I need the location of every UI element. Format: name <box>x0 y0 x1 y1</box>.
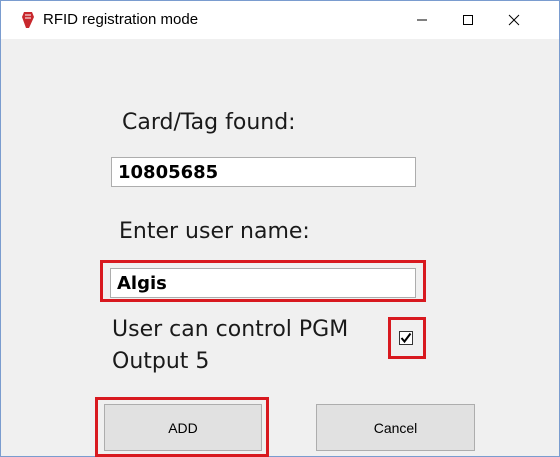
user-name-label: Enter user name: <box>119 219 310 244</box>
close-button[interactable] <box>491 1 537 39</box>
minimize-button[interactable] <box>399 1 445 39</box>
maximize-icon <box>463 15 473 25</box>
pgm-label-line2: Output 5 <box>112 349 210 374</box>
card-id-field[interactable]: 10805685 <box>111 157 416 187</box>
title-bar[interactable]: RFID registration mode <box>1 1 559 39</box>
maximize-button[interactable] <box>445 1 491 39</box>
user-name-input[interactable]: Algis <box>110 268 416 298</box>
add-button[interactable]: ADD <box>104 404 262 451</box>
red-tag-icon <box>22 12 34 28</box>
close-icon <box>508 14 520 26</box>
pgm-label-line1: User can control PGM <box>112 317 349 342</box>
minimize-icon <box>417 19 427 21</box>
pgm-permission-label: User can control PGM Output 5 <box>112 314 348 378</box>
pgm-checkbox[interactable] <box>399 331 413 345</box>
cancel-button[interactable]: Cancel <box>316 404 475 451</box>
checkmark-icon <box>400 332 412 344</box>
window-title: RFID registration mode <box>43 11 199 28</box>
dialog-window: RFID registration mode Card/Tag found: 1… <box>0 0 560 457</box>
card-found-label: Card/Tag found: <box>122 110 296 135</box>
